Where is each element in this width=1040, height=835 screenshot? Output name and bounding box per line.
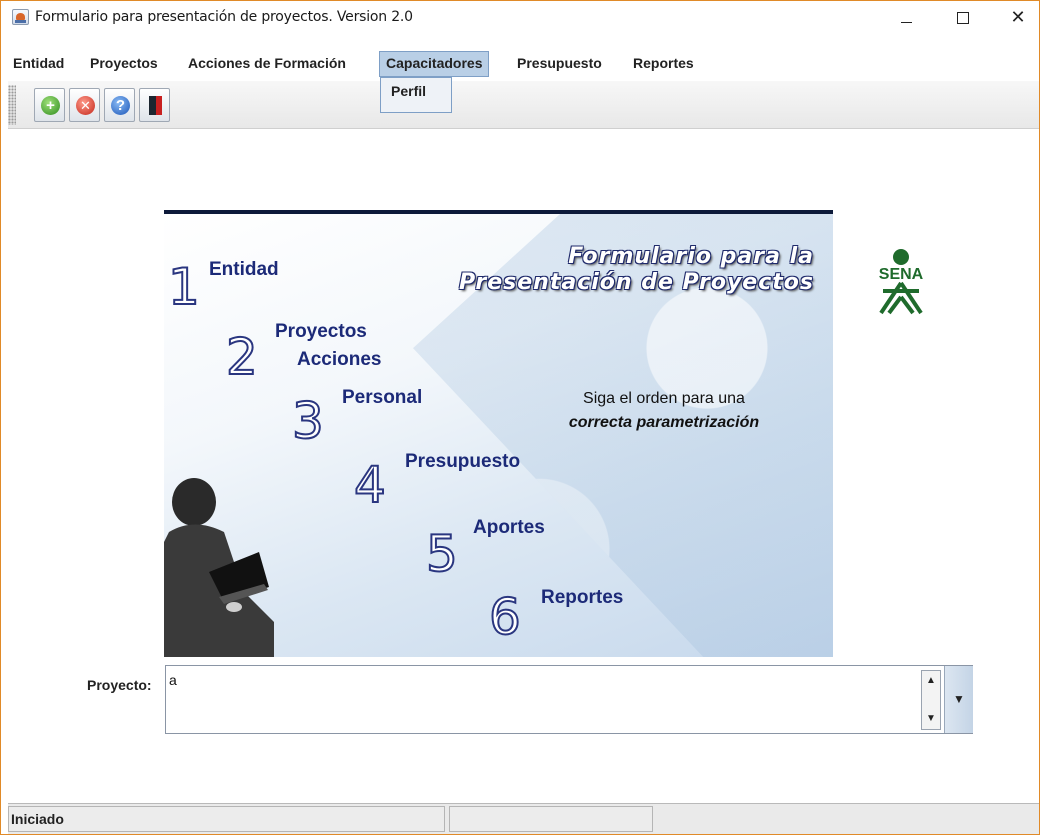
step-label-acciones: Acciones [297, 349, 382, 370]
combo-dropdown-button[interactable]: ▼ [944, 666, 973, 733]
app-window: Formulario para presentación de proyecto… [0, 0, 1040, 835]
status-cell-2 [449, 806, 653, 832]
close-button[interactable]: ✕ [995, 1, 1040, 33]
sena-logo-text: SENA [879, 266, 924, 283]
step-number-5: 5 [425, 525, 459, 583]
step-label-personal: Personal [342, 387, 423, 408]
java-app-icon [12, 9, 29, 25]
scroll-up-icon[interactable]: ▲ [922, 671, 940, 691]
status-text: Iniciado [8, 806, 445, 832]
help-button[interactable]: ? [104, 88, 135, 122]
title-bar[interactable]: Formulario para presentación de proyecto… [1, 1, 1039, 33]
exit-door-icon [149, 96, 162, 115]
step-number-6: 6 [488, 588, 522, 646]
step-label-entidad: Entidad [209, 259, 279, 280]
step-number-4: 4 [353, 456, 387, 514]
project-scrollbar[interactable]: ▲ ▼ [921, 670, 941, 730]
splash-image: Formulario para la Presentación de Proye… [164, 210, 833, 657]
maximize-button[interactable] [939, 1, 985, 33]
step-label-reportes: Reportes [541, 587, 624, 608]
splash-title: Formulario para la Presentación de Proye… [394, 244, 814, 296]
menu-entidad[interactable]: Entidad [7, 51, 70, 77]
step-label-aportes: Aportes [473, 517, 545, 538]
minimize-button[interactable] [883, 1, 929, 33]
step-label-proyectos: Proyectos [275, 321, 367, 342]
hint-line1: Siga el orden para una [583, 390, 745, 407]
project-label: Proyecto: [87, 677, 152, 693]
menu-item-perfil[interactable]: Perfil [387, 83, 451, 99]
scroll-down-icon[interactable]: ▼ [922, 709, 940, 729]
delete-button[interactable]: ✕ [69, 88, 100, 122]
splash-title-line1: Formulario para la [568, 244, 814, 269]
menu-proyectos[interactable]: Proyectos [84, 51, 164, 77]
step-number-2: 2 [225, 328, 259, 386]
menu-bar: Entidad Proyectos Acciones de Formación … [1, 51, 1039, 77]
delete-icon: ✕ [76, 96, 95, 115]
step-number-1: 1 [167, 258, 201, 316]
menu-acciones-de-formacion[interactable]: Acciones de Formación [182, 51, 352, 77]
step-label-presupuesto: Presupuesto [405, 451, 521, 472]
toolbar-grip[interactable] [8, 85, 16, 125]
exit-button[interactable] [139, 88, 170, 122]
project-textarea[interactable]: a [169, 672, 177, 688]
menu-capacitadores[interactable]: Capacitadores [379, 51, 490, 77]
menu-presupuesto[interactable]: Presupuesto [511, 51, 608, 77]
hint-line2: correcta parametrización [568, 414, 760, 431]
status-bar: Iniciado [8, 803, 1039, 834]
person-with-laptop-illustration [164, 478, 274, 657]
menu-reportes[interactable]: Reportes [627, 51, 700, 77]
project-combobox[interactable]: a ▲ ▼ ▼ [165, 665, 973, 734]
toolbar: + ✕ ? [8, 81, 1039, 129]
splash-title-line2: Presentación de Proyectos [458, 270, 814, 295]
order-hint: Siga el orden para una correcta parametr… [534, 387, 794, 435]
step-number-3: 3 [291, 392, 325, 450]
add-icon: + [41, 96, 60, 115]
help-icon: ? [111, 96, 130, 115]
window-title: Formulario para presentación de proyecto… [35, 9, 413, 25]
add-button[interactable]: + [34, 88, 65, 122]
sena-logo: SENA [879, 249, 924, 315]
capacitadores-dropdown: Perfil [380, 77, 452, 113]
